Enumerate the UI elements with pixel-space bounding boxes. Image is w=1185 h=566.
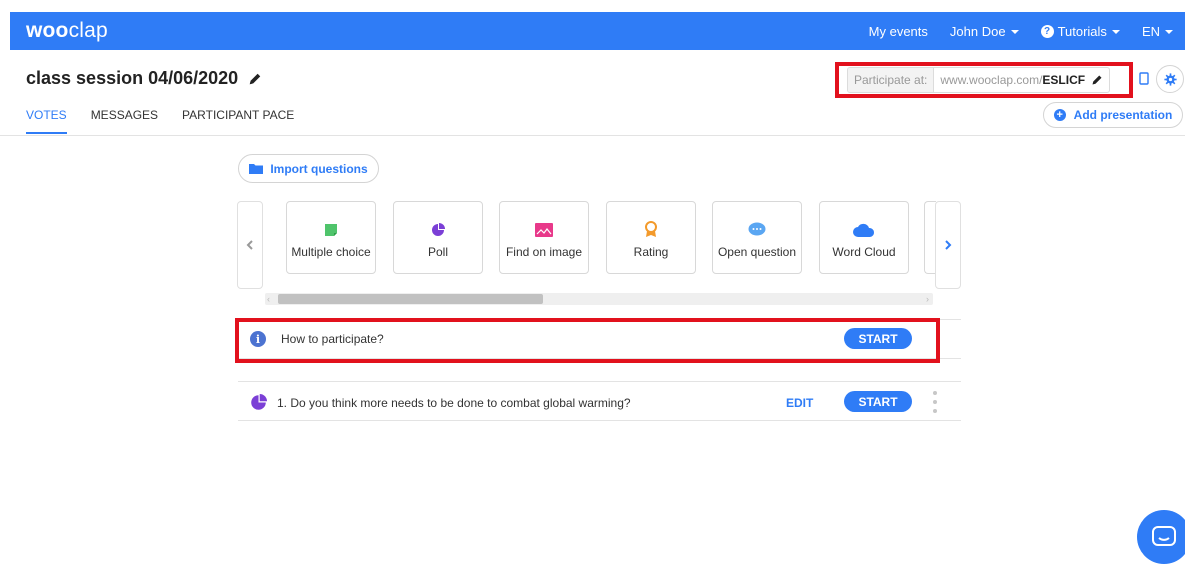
settings-button[interactable]	[1156, 65, 1184, 93]
multiple-choice-icon	[325, 224, 337, 236]
carousel-next-button[interactable]	[935, 201, 961, 289]
carousel-scrollbar-thumb[interactable]	[278, 294, 543, 304]
image-icon	[535, 223, 553, 237]
question-text: Do you think more needs to be done to co…	[290, 395, 631, 410]
copy-icon[interactable]	[1138, 72, 1150, 86]
question-number: 1.	[277, 395, 288, 410]
question-row[interactable]: 1. Do you think more needs to be done to…	[250, 394, 631, 411]
question-type-rating[interactable]: Rating	[606, 201, 696, 274]
edit-button[interactable]: EDIT	[786, 396, 813, 410]
scroll-left-arrow-icon[interactable]: ‹	[267, 294, 270, 304]
chevron-left-icon	[246, 240, 253, 250]
cloud-icon	[853, 223, 875, 237]
question-type-poll[interactable]: Poll	[393, 201, 483, 274]
chat-icon	[1152, 526, 1176, 546]
tab-participant-pace[interactable]: PARTICIPANT PACE	[182, 108, 294, 134]
participate-url-box: Participate at: www.wooclap.com/ESLICF	[835, 62, 1133, 98]
tab-messages[interactable]: MESSAGES	[91, 108, 158, 134]
question-circle-icon: ?	[1040, 24, 1054, 38]
tutorials-menu[interactable]: ? Tutorials	[1040, 24, 1120, 39]
question-type-multiple-choice[interactable]: Multiple choice	[286, 201, 376, 274]
tab-votes[interactable]: VOTES	[26, 108, 67, 134]
pencil-icon[interactable]	[248, 72, 262, 86]
wooclap-logo[interactable]: wooclap	[26, 19, 108, 43]
more-options-icon[interactable]	[933, 391, 937, 413]
participate-url[interactable]: www.wooclap.com/ESLICF	[934, 68, 1109, 92]
pencil-icon[interactable]	[1091, 74, 1103, 86]
my-events-link[interactable]: My events	[869, 24, 928, 39]
row-divider	[238, 381, 961, 382]
row-divider	[238, 420, 961, 421]
page-title: class session 04/06/2020	[26, 68, 239, 88]
tab-bar: VOTES MESSAGES PARTICIPANT PACE	[26, 108, 318, 134]
start-button[interactable]: START	[844, 328, 912, 349]
question-type-word-cloud[interactable]: Word Cloud	[819, 201, 909, 274]
import-questions-button[interactable]: Import questions	[238, 154, 379, 183]
question-type-find-on-image[interactable]: Find on image	[499, 201, 589, 274]
caret-down-icon	[1111, 30, 1120, 34]
user-menu[interactable]: John Doe	[950, 24, 1019, 39]
caret-down-icon	[1010, 30, 1019, 34]
start-button[interactable]: START	[844, 391, 912, 412]
scroll-right-arrow-icon[interactable]: ›	[926, 294, 929, 304]
rating-icon	[645, 221, 657, 237]
language-menu[interactable]: EN	[1142, 24, 1173, 39]
folder-icon	[249, 164, 264, 174]
chat-bubble-icon	[748, 222, 766, 236]
info-icon: i	[250, 331, 266, 347]
poll-icon	[432, 223, 445, 236]
carousel-prev-button[interactable]	[237, 201, 263, 289]
how-to-participate-label: How to participate?	[281, 332, 384, 346]
chat-launcher-button[interactable]	[1137, 510, 1185, 564]
tab-divider	[0, 135, 1185, 136]
top-navbar: wooclap My events John Doe ? Tutorials EN	[10, 12, 1185, 50]
caret-down-icon	[1165, 30, 1173, 34]
chevron-right-icon	[945, 240, 952, 250]
question-type-open-question[interactable]: Open question	[712, 201, 802, 274]
participate-label: Participate at:	[848, 68, 935, 92]
add-presentation-button[interactable]: + Add presentation	[1043, 102, 1183, 128]
plus-circle-icon: +	[1053, 109, 1066, 121]
how-to-participate-row[interactable]: i How to participate?	[250, 331, 384, 347]
gear-icon	[1163, 72, 1177, 86]
poll-icon	[251, 394, 267, 410]
